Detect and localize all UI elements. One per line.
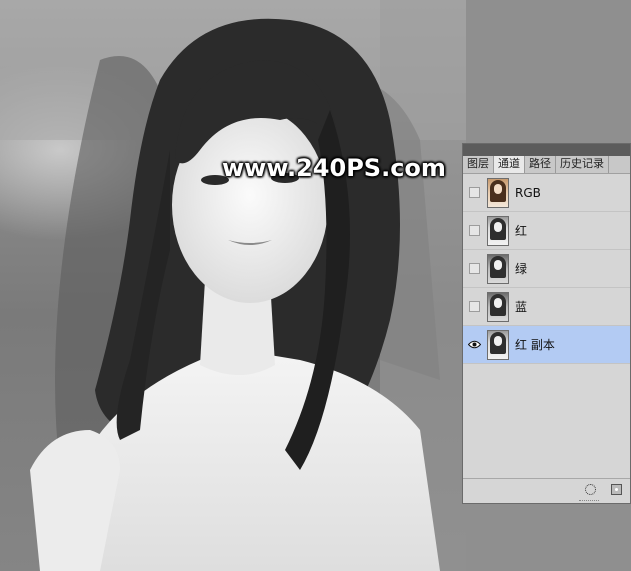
channel-row-red-copy[interactable]: 红 副本 bbox=[463, 326, 630, 364]
channel-label: RGB bbox=[515, 185, 541, 200]
tab-history[interactable]: 历史记录 bbox=[556, 156, 609, 173]
visibility-off-box bbox=[468, 225, 480, 236]
eye-icon bbox=[467, 340, 481, 349]
panel-footer bbox=[463, 478, 630, 503]
channel-list: RGB 红 绿 蓝 红 副本 bbox=[463, 174, 630, 364]
panel-title-grip[interactable] bbox=[463, 144, 630, 156]
channel-label: 红 副本 bbox=[515, 338, 555, 352]
channels-panel[interactable]: 图层 通道 路径 历史记录 RGB 红 绿 蓝 红 副本 bbox=[462, 143, 631, 504]
channel-thumbnail bbox=[487, 329, 509, 360]
tab-layers[interactable]: 图层 bbox=[463, 156, 494, 173]
channel-thumbnail bbox=[487, 177, 509, 208]
visibility-toggle[interactable] bbox=[463, 250, 485, 287]
tab-channels[interactable]: 通道 bbox=[494, 156, 525, 173]
visibility-off-box bbox=[468, 301, 480, 312]
channel-thumbnail bbox=[487, 291, 509, 322]
visibility-toggle[interactable] bbox=[463, 212, 485, 249]
channel-row-red[interactable]: 红 bbox=[463, 212, 630, 250]
visibility-toggle[interactable] bbox=[463, 174, 485, 211]
channel-thumbnail bbox=[487, 215, 509, 246]
channel-row-blue[interactable]: 蓝 bbox=[463, 288, 630, 326]
document-canvas[interactable]: www.240PS.com bbox=[0, 0, 466, 571]
channel-label: 绿 bbox=[515, 262, 528, 276]
channel-row-green[interactable]: 绿 bbox=[463, 250, 630, 288]
tab-paths[interactable]: 路径 bbox=[525, 156, 556, 173]
panel-tabs: 图层 通道 路径 历史记录 bbox=[463, 156, 630, 174]
panel-resize-grip[interactable] bbox=[579, 500, 599, 504]
channel-label: 蓝 bbox=[515, 300, 528, 314]
save-selection-as-channel-icon[interactable] bbox=[611, 484, 622, 495]
watermark-text: www.240PS.com bbox=[222, 154, 446, 182]
photo-grayscale bbox=[0, 0, 466, 571]
visibility-off-box bbox=[468, 263, 480, 274]
visibility-toggle[interactable] bbox=[463, 326, 485, 363]
load-channel-as-selection-icon[interactable] bbox=[585, 484, 596, 495]
channel-label: 红 bbox=[515, 224, 528, 238]
channel-thumbnail bbox=[487, 253, 509, 284]
visibility-off-box bbox=[468, 187, 480, 198]
channel-row-rgb[interactable]: RGB bbox=[463, 174, 630, 212]
visibility-toggle[interactable] bbox=[463, 288, 485, 325]
